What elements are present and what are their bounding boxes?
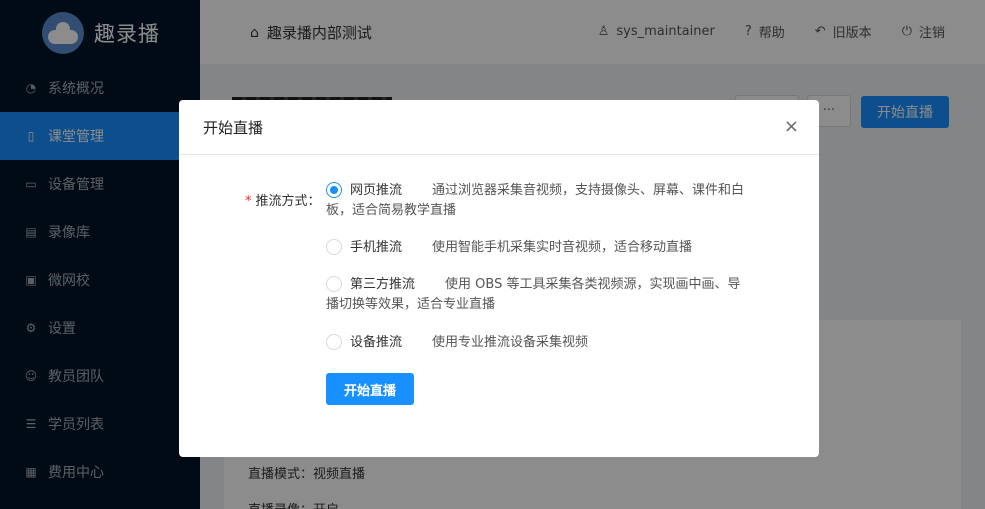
radio-mobile-push[interactable] xyxy=(326,239,342,255)
option-title: 第三方推流 xyxy=(350,277,416,292)
radio-web-push[interactable] xyxy=(326,182,342,198)
start-live-modal: 开始直播 × * 推流方式： 网页推流 通过浏览器采集音视频，支持摄像头、屏幕、课件… xyxy=(179,100,819,457)
start-live-submit-button[interactable]: 开始直播 xyxy=(326,373,414,405)
option-title: 网页推流 xyxy=(350,183,403,198)
required-mark: * xyxy=(245,194,252,209)
modal-title: 开始直播 xyxy=(179,100,819,155)
radio-device-push[interactable] xyxy=(326,334,342,350)
option-third-party-push[interactable]: 第三方推流 使用 OBS 等工具采集各类视频源，实现画中画、导播切换等效果，适合专… xyxy=(326,275,746,315)
option-web-push[interactable]: 网页推流 通过浏览器采集音视频，支持摄像头、屏幕、课件和白板，适合简易教学直播 xyxy=(326,181,746,221)
option-desc: 使用智能手机采集实时音视频，适合移动直播 xyxy=(432,240,693,255)
close-icon[interactable]: × xyxy=(784,117,799,137)
option-desc: 使用专业推流设备采集视频 xyxy=(432,335,589,350)
radio-third-party-push[interactable] xyxy=(326,276,342,292)
option-title: 手机推流 xyxy=(350,240,403,255)
option-device-push[interactable]: 设备推流 使用专业推流设备采集视频 xyxy=(326,333,746,353)
option-mobile-push[interactable]: 手机推流 使用智能手机采集实时音视频，适合移动直播 xyxy=(326,238,746,258)
option-title: 设备推流 xyxy=(350,335,403,350)
stream-method-label: * 推流方式： xyxy=(245,190,321,209)
field-label: 推流方式： xyxy=(255,194,321,209)
